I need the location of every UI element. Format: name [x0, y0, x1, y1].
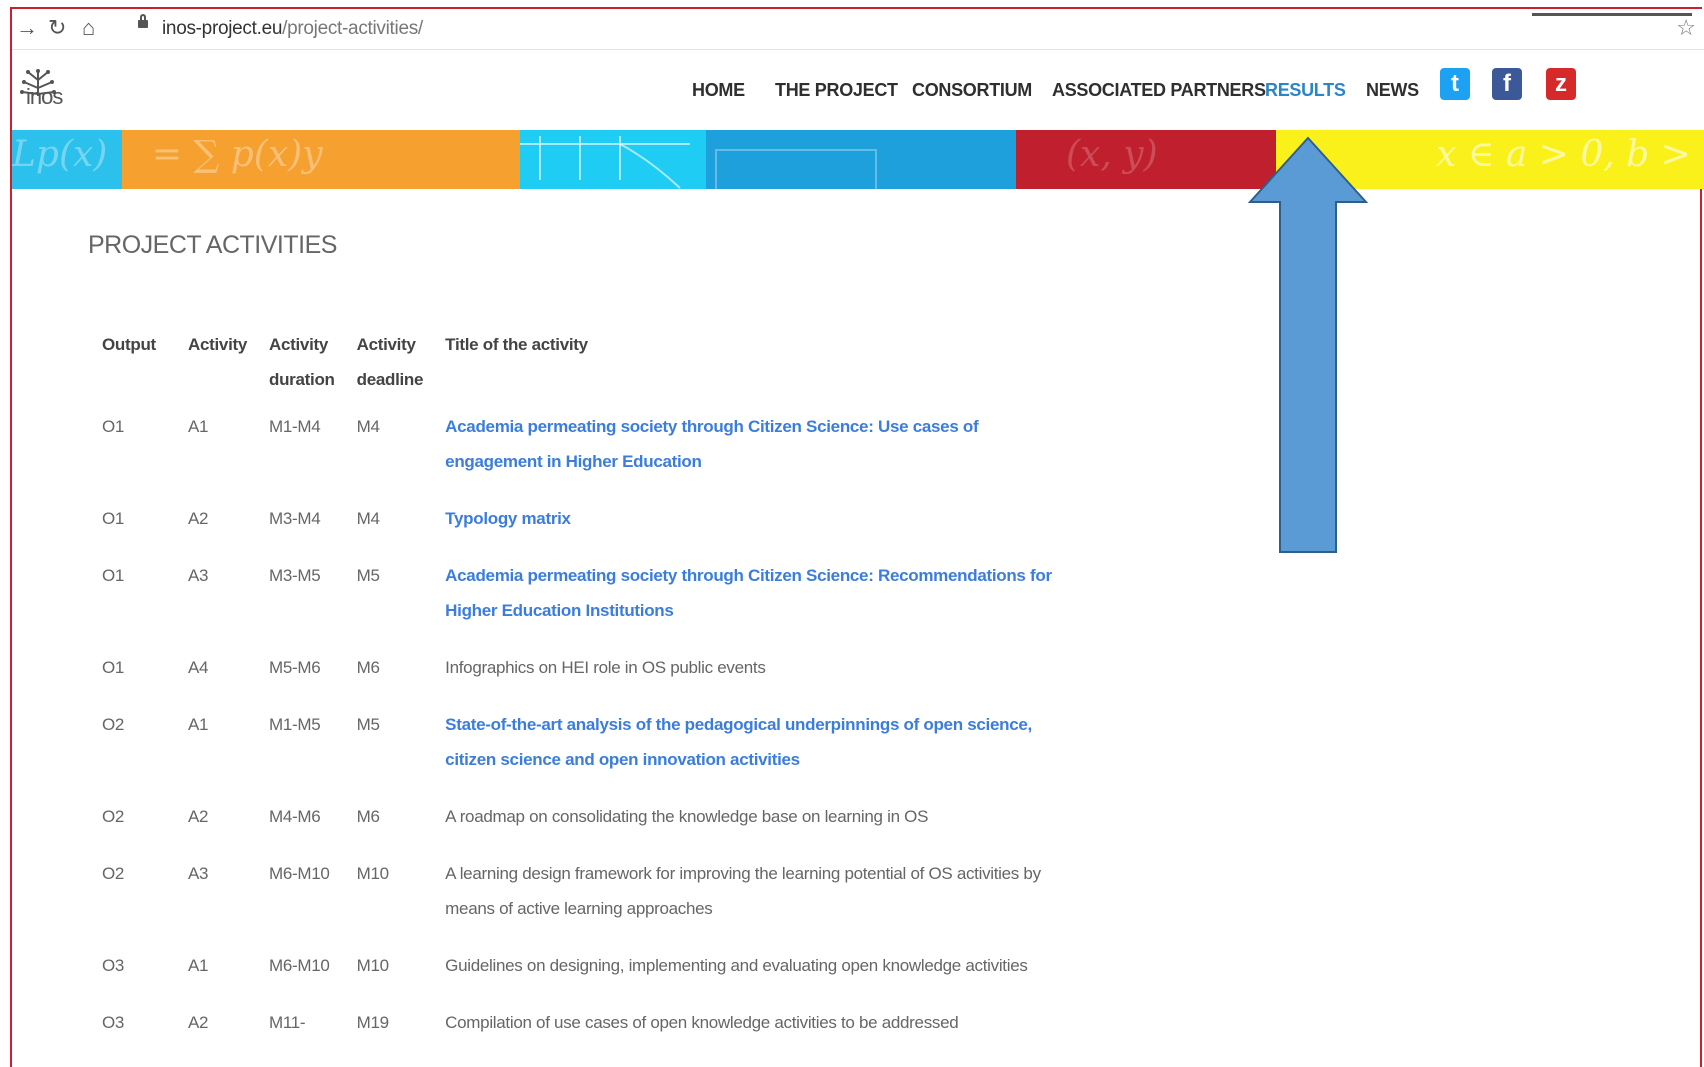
cell-deadline: M5	[356, 566, 380, 585]
cell-title: A roadmap on consolidating the knowledge…	[445, 807, 929, 826]
cell-activity: A3	[188, 864, 209, 883]
nav-results[interactable]: RESULTS	[1265, 80, 1346, 101]
facebook-icon[interactable]: f	[1492, 68, 1522, 100]
cell-duration: M4-M6	[269, 807, 321, 826]
cell-deadline: M5	[356, 715, 380, 734]
cell-output: O1	[102, 658, 125, 677]
cell-duration: M6-M10	[269, 956, 330, 975]
cell-activity: A2	[188, 807, 209, 826]
url-path: /project-activities/	[282, 18, 423, 39]
cell-activity: A1	[188, 417, 209, 436]
graph-sketch-icon	[520, 136, 690, 189]
cell-duration: M3-M5	[269, 566, 321, 585]
page-title: PROJECT ACTIVITIES	[88, 231, 337, 259]
cell-activity: A1	[188, 956, 209, 975]
arrow-right-icon[interactable]: →	[16, 15, 38, 41]
cell-title: A learning design framework for improvin…	[445, 864, 1041, 918]
nav-home[interactable]: HOME	[692, 80, 745, 101]
table-row: O2 A3 M6-M10 M10 A learning design framework…	[90, 834, 1077, 926]
cell-activity: A2	[188, 509, 209, 528]
table-row: O3 A1 M6-M10 M10 Guidelines on designing, im…	[90, 926, 1077, 983]
cell-title: Academia permeating society through Citi…	[445, 397, 1077, 479]
nav-consortium[interactable]: CONSORTIUM	[912, 80, 1032, 101]
header-deadline: Activity deadline	[356, 335, 424, 389]
banner-segment: = ∑ p(x)y	[122, 130, 520, 189]
url-domain: inos-project.eu	[162, 18, 283, 39]
cell-duration: M11-	[269, 1013, 306, 1032]
cell-output: O1	[102, 417, 125, 436]
cell-title: Compilation of use cases of open knowled…	[445, 1013, 959, 1032]
cell-deadline: M4	[356, 417, 380, 436]
table-row: O1 A1 M1-M4 M4 Academia permeating society t…	[90, 397, 1077, 479]
nav-associated-partners[interactable]: ASSOCIATED PARTNERS	[1052, 80, 1266, 101]
nav-the-project[interactable]: THE PROJECT	[775, 80, 898, 101]
cell-title: Guidelines on designing, implementing an…	[445, 956, 1028, 975]
logo-text: inos	[26, 84, 63, 109]
reload-icon[interactable]: ↻	[48, 15, 66, 41]
screenshot-frame: → ↻ ⌂ inos-project.eu/project-activities…	[10, 7, 1704, 1067]
cell-duration: M1-M4	[269, 417, 321, 436]
cell-activity: A2	[188, 1013, 209, 1032]
table-row: O3 A2 M11- M19 Compilation of use cases of o…	[90, 983, 1077, 1040]
banner-segment	[706, 130, 1016, 189]
address-bar[interactable]: inos-project.eu/project-activities/	[162, 18, 423, 40]
nav-news[interactable]: NEWS	[1366, 80, 1419, 101]
cell-activity: A1	[188, 715, 209, 734]
hero-banner: Lp(x) = ∑ p(x)y (x, y) x ∈ a > 0, b > 0	[12, 130, 1704, 189]
cell-deadline: M10	[356, 956, 389, 975]
site-header: inos HOME THE PROJECT CONSORTIUM ASSOCIA…	[12, 50, 1704, 130]
cell-deadline: M4	[356, 509, 380, 528]
activity-link[interactable]: Academia permeating society through Citi…	[445, 417, 978, 471]
cell-deadline: M19	[356, 1013, 389, 1032]
home-icon[interactable]: ⌂	[82, 15, 95, 41]
table-body: O1 A1 M1-M4 M4 Academia permeating society t…	[90, 397, 1077, 1040]
cell-title: Typology matrix	[445, 479, 1077, 536]
activity-link[interactable]: Typology matrix	[445, 509, 571, 528]
banner-sketch	[715, 149, 877, 189]
cell-activity: A3	[188, 566, 209, 585]
toolbar-divider	[1532, 13, 1692, 16]
cell-title: Infographics on HEI role in OS public ev…	[445, 658, 766, 677]
cell-deadline: M6	[356, 658, 380, 677]
cell-duration: M6-M10	[269, 864, 330, 883]
zenodo-icon[interactable]: z	[1546, 68, 1576, 100]
banner-segment: Lp(x)	[12, 130, 122, 189]
annotation-up-arrow	[1248, 136, 1368, 553]
cell-output: O2	[102, 715, 125, 734]
cell-output: O3	[102, 956, 125, 975]
banner-segment: (x, y)	[1016, 130, 1276, 189]
cell-output: O2	[102, 864, 125, 883]
activity-link[interactable]: State-of-the-art analysis of the pedagog…	[445, 715, 1032, 769]
header-output: Output	[102, 335, 156, 354]
header-activity: Activity	[188, 335, 248, 354]
cell-output: O1	[102, 566, 125, 585]
header-duration: Activity duration	[269, 335, 335, 389]
cell-output: O3	[102, 1013, 125, 1032]
banner-segment	[520, 130, 706, 189]
table-row: O2 A1 M1-M5 M5 State-of-the-art analysis of …	[90, 685, 1077, 777]
cell-output: O1	[102, 509, 125, 528]
activity-link[interactable]: Academia permeating society through Citi…	[445, 566, 1052, 620]
table-header-row: Output Activity Activity duration Activi…	[90, 327, 1077, 397]
table-row: O1 A4 M5-M6 M6 Infographics on HEI role in O…	[90, 628, 1077, 685]
cell-deadline: M10	[356, 864, 389, 883]
cell-title: Academia permeating society through Citi…	[445, 536, 1077, 628]
activities-table: Output Activity Activity duration Activi…	[90, 327, 1077, 1040]
twitter-icon[interactable]: t	[1440, 68, 1470, 100]
cell-activity: A4	[188, 658, 209, 677]
cell-duration: M3-M4	[269, 509, 321, 528]
browser-toolbar: → ↻ ⌂ inos-project.eu/project-activities…	[12, 9, 1704, 50]
table-row: O2 A2 M4-M6 M6 A roadmap on consolidating th…	[90, 777, 1077, 834]
table-row: O1 A3 M3-M5 M5 Academia permeating society t…	[90, 536, 1077, 628]
cell-output: O2	[102, 807, 125, 826]
cell-title: State-of-the-art analysis of the pedagog…	[445, 685, 1077, 777]
cell-deadline: M6	[356, 807, 380, 826]
star-icon[interactable]: ☆	[1676, 15, 1696, 41]
cell-duration: M5-M6	[269, 658, 321, 677]
cell-duration: M1-M5	[269, 715, 321, 734]
table-row: O1 A2 M3-M4 M4 Typology matrix	[90, 479, 1077, 536]
lock-icon	[138, 14, 148, 28]
header-title: Title of the activity	[445, 335, 588, 354]
